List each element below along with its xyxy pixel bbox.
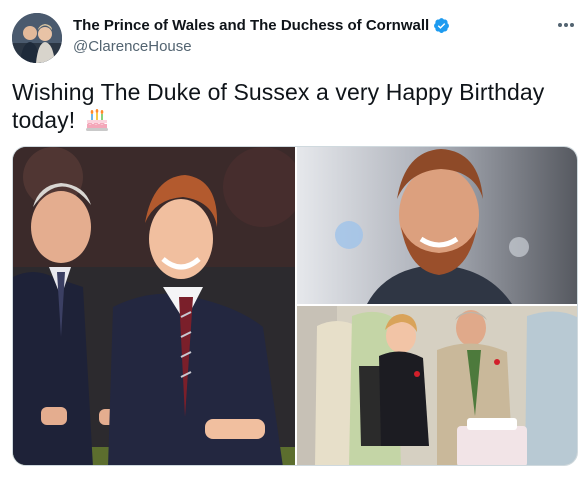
more-options-button[interactable] bbox=[555, 16, 577, 34]
birthday-cake-emoji-icon bbox=[85, 109, 108, 131]
photo-smiling-man-icon bbox=[297, 147, 577, 304]
author-handle[interactable]: @ClarenceHouse bbox=[73, 38, 450, 55]
profile-photo-icon bbox=[12, 13, 62, 63]
media-grid bbox=[12, 146, 578, 466]
author-name-row: The Prince of Wales and The Duchess of C… bbox=[73, 15, 450, 36]
verified-badge-icon bbox=[434, 18, 450, 33]
photo-2[interactable] bbox=[297, 147, 577, 304]
more-dot-icon bbox=[570, 23, 574, 27]
author-info: The Prince of Wales and The Duchess of C… bbox=[73, 15, 450, 55]
tweet-text-container: Wishing The Duke of Sussex a very Happy … bbox=[12, 78, 572, 134]
tweet-card: The Prince of Wales and The Duchess of C… bbox=[0, 0, 588, 486]
photo-3[interactable] bbox=[297, 306, 577, 465]
author-display-name[interactable]: The Prince of Wales and The Duchess of C… bbox=[73, 17, 429, 34]
author-avatar[interactable] bbox=[12, 13, 62, 63]
photo-laughing-men-icon bbox=[13, 147, 295, 465]
more-dot-icon bbox=[564, 23, 568, 27]
photo-1[interactable] bbox=[13, 147, 295, 465]
photo-cake-cutting-icon bbox=[297, 306, 577, 465]
more-dot-icon bbox=[558, 23, 562, 27]
